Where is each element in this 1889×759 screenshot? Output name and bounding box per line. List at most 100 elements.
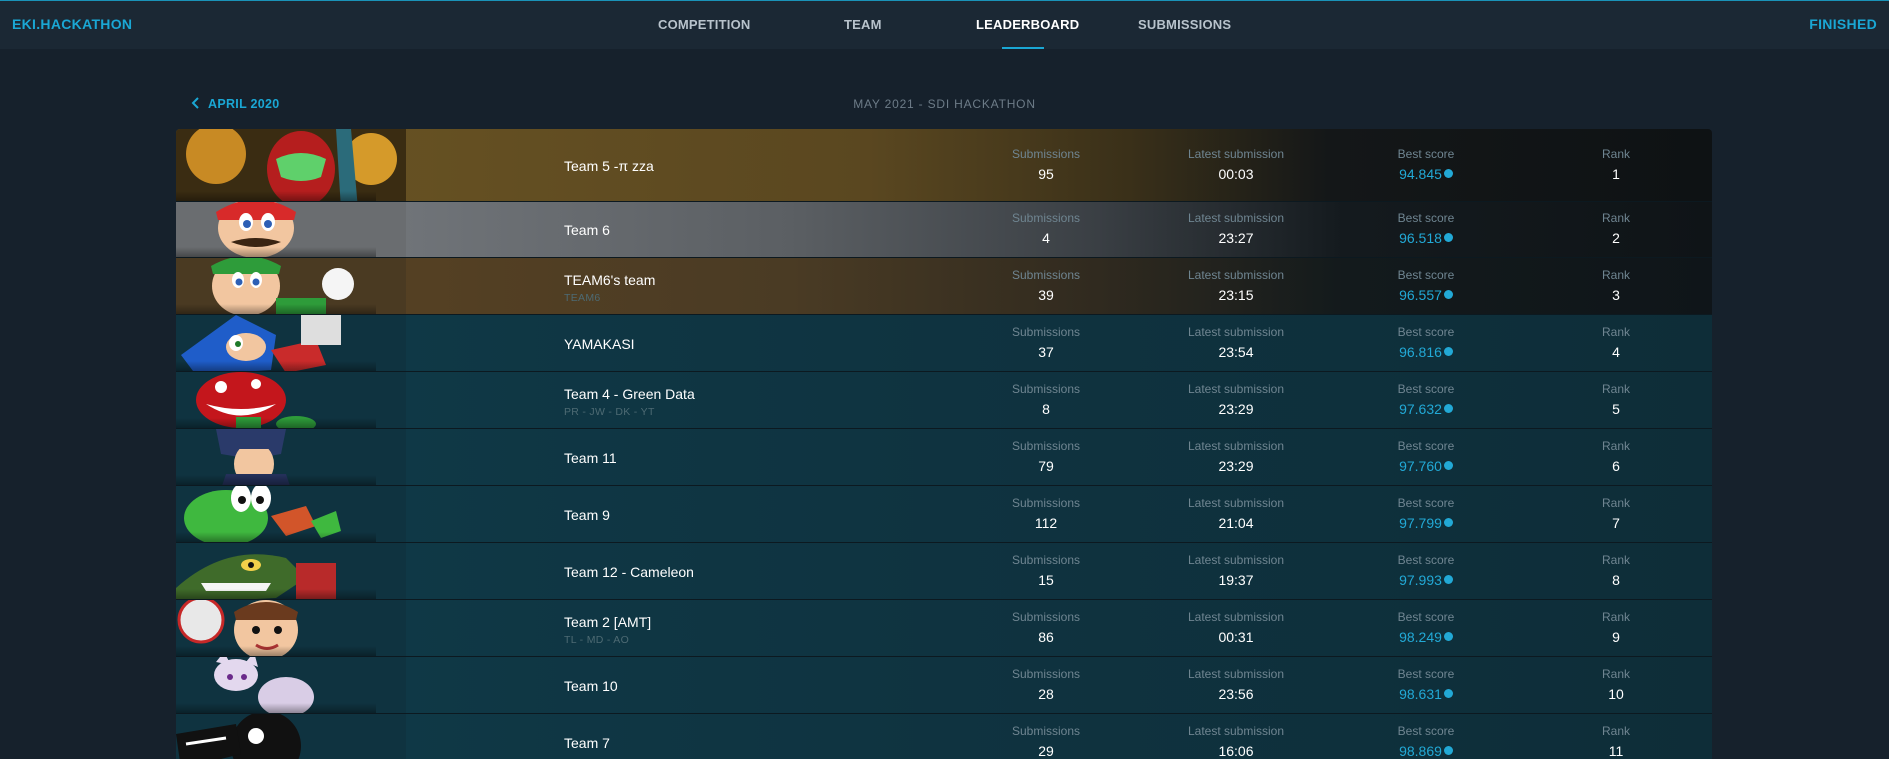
best-score-label: Best score	[1397, 268, 1455, 282]
competition-title: MAY 2021 - SDI HACKATHON	[853, 97, 1036, 111]
rank-cell: Rank 11	[1546, 724, 1686, 759]
latest-submission-value: 00:31	[1218, 629, 1254, 645]
info-icon[interactable]	[1443, 631, 1453, 641]
team-row[interactable]: Team 4 - Green Data PR - JW - DK - YT Su…	[176, 372, 1712, 429]
best-score-label: Best score	[1397, 667, 1455, 681]
latest-submission-label: Latest submission	[1187, 496, 1285, 510]
team-row[interactable]: YAMAKASI Submissions 37 Latest submissio…	[176, 315, 1712, 372]
team-name[interactable]: YAMAKASI	[564, 336, 635, 352]
rank-cell: Rank 3	[1546, 268, 1686, 303]
rank-value: 8	[1612, 572, 1620, 588]
team-row[interactable]: Team 10 Submissions 28 Latest submission…	[176, 657, 1712, 714]
submissions-value: 29	[1038, 743, 1054, 759]
best-score[interactable]: 96.816	[1399, 344, 1453, 360]
team-info: Team 4 - Green Data PR - JW - DK - YT	[564, 386, 695, 418]
team-row[interactable]: Team 11 Submissions 79 Latest submission…	[176, 429, 1712, 486]
submissions-label: Submissions	[1011, 724, 1081, 738]
best-score[interactable]: 97.760	[1399, 458, 1453, 474]
latest-submission-value: 16:06	[1218, 743, 1254, 759]
row-shadow	[176, 304, 376, 314]
tab-team[interactable]: TEAM	[844, 17, 882, 32]
team-name[interactable]: Team 4 - Green Data	[564, 386, 695, 402]
rank-value: 10	[1608, 686, 1624, 702]
best-score-value: 97.760	[1399, 458, 1442, 474]
submissions-label: Submissions	[1011, 439, 1081, 453]
best-score[interactable]: 96.518	[1399, 230, 1453, 246]
submissions-label: Submissions	[1011, 268, 1081, 282]
best-score[interactable]: 94.845	[1399, 166, 1453, 182]
rank-cell: Rank 9	[1546, 610, 1686, 645]
team-row[interactable]: Team 6 Submissions 4 Latest submission 2…	[176, 202, 1712, 258]
rank-label: Rank	[1601, 496, 1630, 510]
team-info: TEAM6's team TEAM6	[564, 272, 655, 304]
rank-value: 9	[1612, 629, 1620, 645]
team-row[interactable]: TEAM6's team TEAM6 Submissions 39 Latest…	[176, 258, 1712, 315]
team-name[interactable]: Team 7	[564, 735, 610, 751]
latest-submission-cell: Latest submission 16:06	[1166, 724, 1306, 759]
info-icon[interactable]	[1443, 745, 1453, 755]
team-info: Team 11	[564, 450, 617, 466]
submissions-label: Submissions	[1011, 667, 1081, 681]
team-name[interactable]: TEAM6's team	[564, 272, 655, 288]
info-icon[interactable]	[1443, 574, 1453, 584]
submissions-cell: Submissions 39	[976, 268, 1116, 303]
team-name[interactable]: Team 6	[564, 222, 610, 238]
info-icon[interactable]	[1443, 346, 1453, 356]
team-name[interactable]: Team 5 -π zza	[564, 158, 654, 174]
tab-competition[interactable]: COMPETITION	[658, 17, 750, 32]
best-score[interactable]: 98.869	[1399, 743, 1453, 759]
team-name[interactable]: Team 12 - Cameleon	[564, 564, 694, 580]
team-info: Team 9	[564, 507, 610, 523]
team-name[interactable]: Team 10	[564, 678, 618, 694]
row-shadow	[176, 475, 376, 485]
latest-submission-label: Latest submission	[1187, 147, 1285, 161]
info-icon[interactable]	[1443, 460, 1453, 470]
team-name[interactable]: Team 2 [AMT]	[564, 614, 651, 630]
team-name[interactable]: Team 9	[564, 507, 610, 523]
best-score-cell: Best score 96.816	[1356, 325, 1496, 362]
rank-label: Rank	[1601, 610, 1630, 624]
submissions-label: Submissions	[1011, 147, 1081, 161]
latest-submission-cell: Latest submission 21:04	[1166, 496, 1306, 531]
best-score[interactable]: 98.249	[1399, 629, 1453, 645]
team-row[interactable]: Team 5 -π zza Submissions 95 Latest subm…	[176, 129, 1712, 202]
best-score-value: 98.249	[1399, 629, 1442, 645]
team-row[interactable]: Team 7 Submissions 29 Latest submission …	[176, 714, 1712, 759]
best-score[interactable]: 98.631	[1399, 686, 1453, 702]
info-icon[interactable]	[1443, 403, 1453, 413]
submissions-cell: Submissions 95	[976, 147, 1116, 182]
submissions-value: 4	[1042, 230, 1050, 246]
info-icon[interactable]	[1443, 517, 1453, 527]
submissions-value: 28	[1038, 686, 1054, 702]
best-score[interactable]: 97.799	[1399, 515, 1453, 531]
best-score[interactable]: 97.632	[1399, 401, 1453, 417]
submissions-cell: Submissions 4	[976, 211, 1116, 246]
team-name[interactable]: Team 11	[564, 450, 617, 466]
best-score-cell: Best score 98.249	[1356, 610, 1496, 647]
info-icon[interactable]	[1443, 232, 1453, 242]
latest-submission-cell: Latest submission 19:37	[1166, 553, 1306, 588]
active-tab-indicator	[1002, 47, 1044, 49]
team-info: Team 10	[564, 678, 618, 694]
rank-value: 6	[1612, 458, 1620, 474]
submissions-value: 15	[1038, 572, 1054, 588]
team-row[interactable]: Team 12 - Cameleon Submissions 15 Latest…	[176, 543, 1712, 600]
tab-leaderboard[interactable]: LEADERBOARD	[976, 17, 1079, 32]
latest-submission-label: Latest submission	[1187, 268, 1285, 282]
rank-cell: Rank 2	[1546, 211, 1686, 246]
best-score-cell: Best score 97.993	[1356, 553, 1496, 590]
submissions-value: 39	[1038, 287, 1054, 303]
team-row[interactable]: Team 9 Submissions 112 Latest submission…	[176, 486, 1712, 543]
best-score-value: 97.632	[1399, 401, 1442, 417]
submissions-cell: Submissions 112	[976, 496, 1116, 531]
best-score[interactable]: 97.993	[1399, 572, 1453, 588]
tab-submissions[interactable]: SUBMISSIONS	[1138, 17, 1231, 32]
submissions-value: 8	[1042, 401, 1050, 417]
info-icon[interactable]	[1443, 289, 1453, 299]
submissions-value: 37	[1038, 344, 1054, 360]
info-icon[interactable]	[1443, 688, 1453, 698]
info-icon[interactable]	[1443, 168, 1453, 178]
best-score[interactable]: 96.557	[1399, 287, 1453, 303]
submissions-cell: Submissions 15	[976, 553, 1116, 588]
team-row[interactable]: Team 2 [AMT] TL - MD - AO Submissions 86…	[176, 600, 1712, 657]
